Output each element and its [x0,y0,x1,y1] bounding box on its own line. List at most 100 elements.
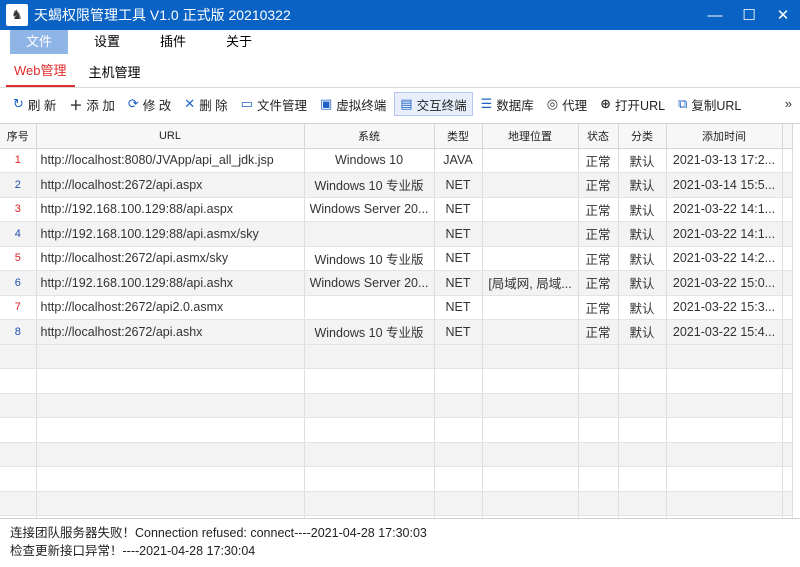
empty-cell [578,466,619,492]
menu-about[interactable]: 关于 [212,30,266,54]
empty-cell [782,368,793,394]
copy-url-button[interactable]: ⧉ 复制URL [673,92,746,116]
table-row[interactable]: 1 http://localhost:8080/JVApp/api_all_jdk… [0,148,793,173]
cell-index: 3 [0,197,37,222]
file-manager-button[interactable]: ▭ 文件管理 [236,92,312,116]
table-row[interactable]: 4 http://192.168.100.129:88/api.asmx/sky N… [0,221,793,247]
open-url-label: 打开URL [615,98,666,113]
cell-type: JAVA [434,148,483,173]
col-header-filler [782,124,793,149]
proxy-label: 代理 [562,98,588,113]
empty-cell [782,344,793,369]
refresh-icon: ↻ [13,96,24,111]
empty-cell [578,417,619,443]
col-header-added-time[interactable]: 添加时间 [666,124,783,149]
empty-cell [434,491,483,516]
menu-settings[interactable]: 设置 [80,30,134,54]
cell-location [482,197,579,222]
cell-os: Windows Server 20... [304,270,435,296]
cell-category: 默认 [618,197,667,222]
cell-status: 正常 [578,172,619,198]
empty-cell [434,466,483,492]
cell-added-time: 2021-03-22 14:2... [666,246,783,271]
col-header-os[interactable]: 系统 [304,124,435,149]
col-header-location[interactable]: 地理位置 [482,124,579,149]
table-row[interactable]: 7 http://localhost:2672/api2.0.asmx NET 正常默… [0,295,793,320]
table-header: 序号 URL 系统 类型 地理位置 状态 分类 添加时间 [0,124,793,149]
cell-category: 默认 [618,148,667,173]
col-header-category[interactable]: 分类 [618,124,667,149]
terminal-icon: ▣ [319,96,333,111]
table-row[interactable]: 6 http://192.168.100.129:88/api.ashx Windo… [0,270,793,296]
col-header-type[interactable]: 类型 [434,124,483,149]
cell-location [482,172,579,198]
cell-category: 默认 [618,295,667,320]
col-header-url[interactable]: URL [36,124,305,149]
empty-row [0,344,793,369]
cell-index: 5 [0,246,37,271]
database-button[interactable]: ☰ 数据库 [476,92,539,116]
cell-added-time: 2021-03-22 15:0... [666,270,783,296]
web-shell-table: 序号 URL 系统 类型 地理位置 状态 分类 添加时间 1 http://loc… [0,123,800,518]
add-button[interactable]: ＋ 添 加 [64,92,120,116]
cell-added-time: 2021-03-22 15:3... [666,295,783,320]
cell-location [482,319,579,345]
status-line: 检查更新接口异常！----2021-04-28 17:30:04 [10,544,256,558]
maximize-button[interactable]: ☐ [732,0,766,30]
table-row[interactable]: 3 http://192.168.100.129:88/api.aspx Windo… [0,197,793,222]
tab-web-management[interactable]: Web管理 [6,60,75,87]
cell-category: 默认 [618,270,667,296]
cell-url: http://192.168.100.129:88/api.asmx/sky [36,221,305,247]
minimize-button[interactable]: — [698,0,732,30]
interactive-terminal-label: 交互终端 [416,98,467,113]
open-url-button[interactable]: ⊕ 打开URL [595,92,670,116]
cell-category: 默认 [618,221,667,247]
delete-button[interactable]: ✕ 删 除 [179,92,232,116]
empty-cell [36,442,305,467]
cell-type: NET [434,270,483,296]
virtual-terminal-label: 虚拟终端 [336,98,387,113]
cell-os: Windows 10 专业版 [304,319,435,345]
col-header-status[interactable]: 状态 [578,124,619,149]
virtual-terminal-button[interactable]: ▣ 虚拟终端 [315,92,391,116]
toolbar-overflow-button[interactable]: » [785,96,792,111]
col-header-index[interactable]: 序号 [0,124,37,149]
empty-cell [666,368,783,394]
cell-filler [782,246,793,271]
empty-cell [782,393,793,418]
cell-index: 4 [0,221,37,247]
empty-row [0,466,793,492]
link-icon: ⊕ [600,96,612,111]
cell-added-time: 2021-03-13 17:2... [666,148,783,173]
cell-index: 8 [0,319,37,345]
table-row[interactable]: 2 http://localhost:2672/api.aspx Windows 1… [0,172,793,198]
proxy-button[interactable]: ◎ 代理 [542,92,592,116]
empty-cell [578,491,619,516]
menu-plugins[interactable]: 插件 [146,30,200,54]
cell-type: NET [434,172,483,198]
empty-cell [618,466,667,492]
menu-file[interactable]: 文件 [10,30,69,54]
cell-added-time: 2021-03-22 15:4... [666,319,783,345]
edit-icon: ⟳ [127,96,139,111]
cell-status: 正常 [578,246,619,271]
empty-cell [434,344,483,369]
edit-button[interactable]: ⟳ 修 改 [123,92,176,116]
table-row[interactable]: 8 http://localhost:2672/api.ashx Windows 1… [0,319,793,345]
empty-cell [304,417,435,443]
refresh-button[interactable]: ↻ 刷 新 [8,92,61,116]
close-button[interactable]: ✕ [766,0,800,30]
cell-url: http://localhost:2672/api.aspx [36,172,305,198]
tab-host-management[interactable]: 主机管理 [81,62,149,87]
cell-type: NET [434,221,483,247]
empty-cell [782,491,793,516]
window-controls: — ☐ ✕ [698,0,800,30]
cell-url: http://192.168.100.129:88/api.ashx [36,270,305,296]
interactive-terminal-button[interactable]: ▤ 交互终端 [394,92,473,116]
cell-os: Windows 10 专业版 [304,172,435,198]
empty-cell [482,393,579,418]
empty-cell [0,417,37,443]
table-row[interactable]: 5 http://localhost:2672/api.asmx/sky Windo… [0,246,793,271]
cell-filler [782,270,793,296]
cell-type: NET [434,319,483,345]
